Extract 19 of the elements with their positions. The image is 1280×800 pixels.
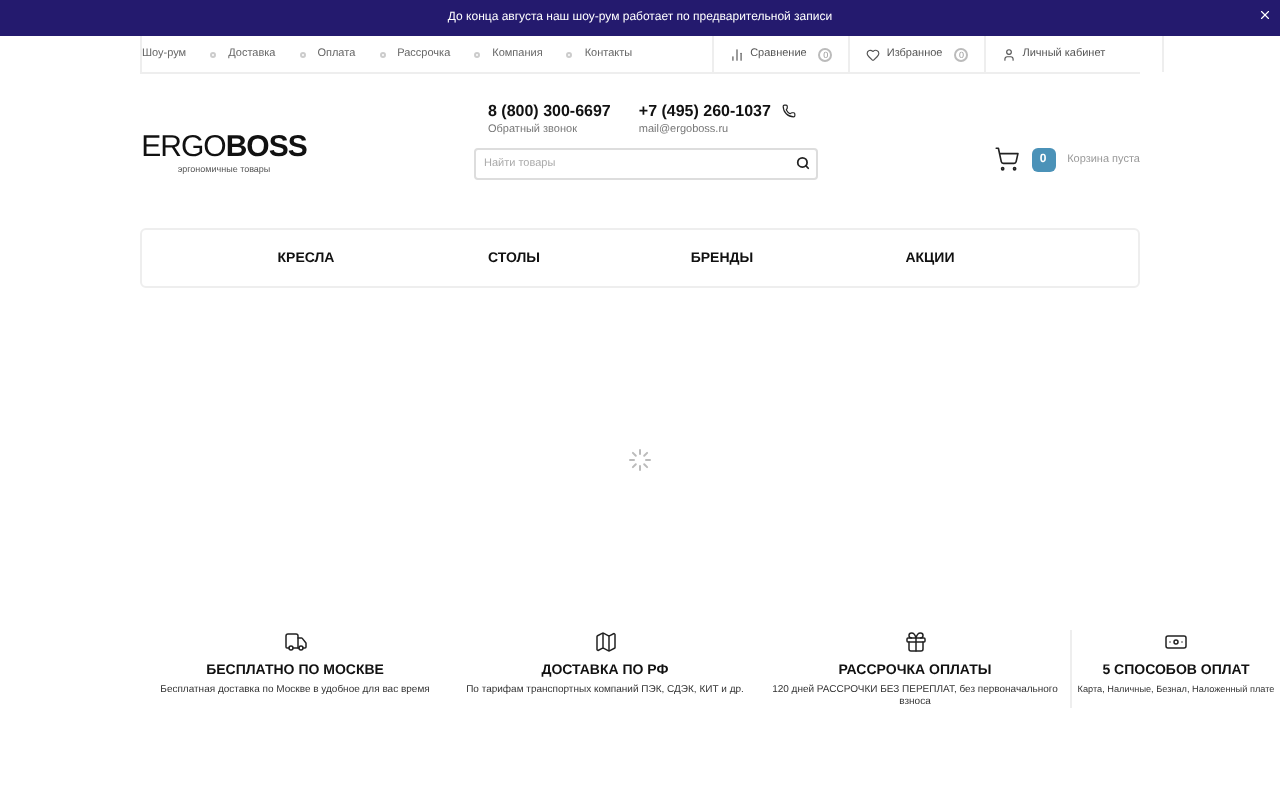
search-icon[interactable]	[796, 156, 810, 170]
separator-dot	[474, 51, 481, 57]
phone-number[interactable]: 8 (800) 300-6697	[488, 102, 611, 120]
gift-icon	[903, 630, 927, 654]
banknote-icon	[1164, 630, 1188, 654]
close-button[interactable]	[1258, 8, 1272, 22]
separator-dot	[299, 51, 306, 57]
user-icon	[1002, 47, 1017, 61]
truck-icon	[283, 630, 307, 654]
separator-dot	[210, 51, 217, 57]
phone-icon[interactable]	[782, 104, 797, 118]
map-icon	[593, 630, 617, 654]
separator-dot	[379, 51, 386, 57]
cart-icon[interactable]	[993, 146, 1020, 172]
heart-icon	[866, 47, 881, 61]
chart-icon	[730, 47, 745, 61]
loading-spinner-icon	[628, 447, 652, 471]
separator-dot	[566, 51, 573, 57]
phone-number[interactable]: +7 (495) 260-1037	[638, 102, 771, 120]
